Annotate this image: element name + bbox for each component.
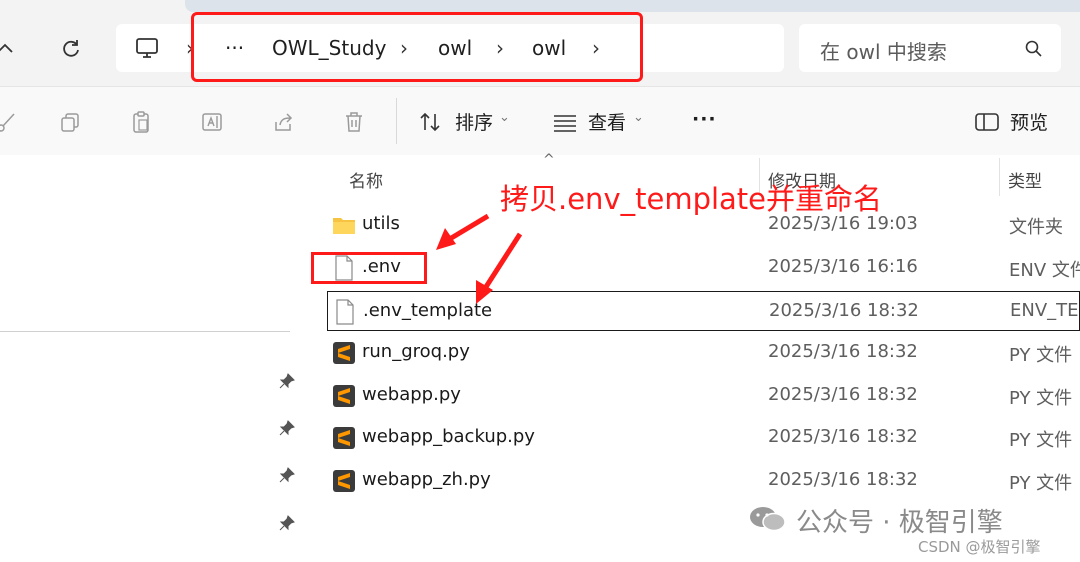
arrow-icon — [436, 213, 490, 250]
watermark-text: 公众号 · 极智引擎 — [796, 508, 1003, 538]
annotation-arrows — [436, 213, 523, 304]
arrow-icon — [476, 232, 523, 304]
csdn-watermark: CSDN @极智引擎 — [918, 538, 1041, 556]
wechat-icon — [748, 504, 788, 534]
